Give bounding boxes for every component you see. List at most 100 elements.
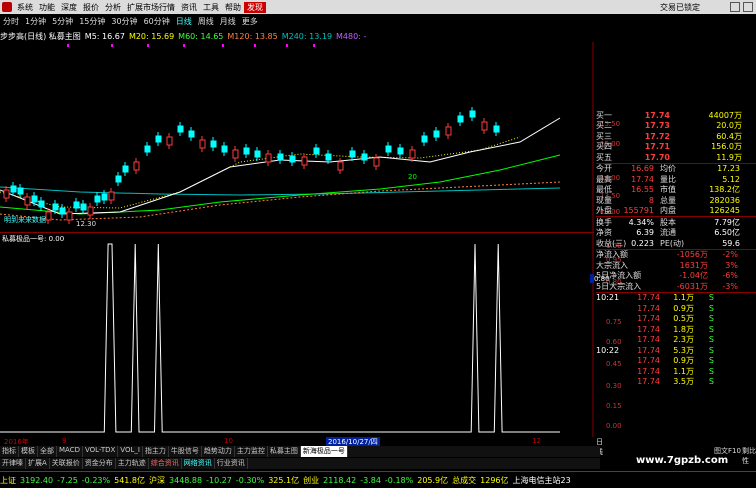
menu-item-quote[interactable]: 报价 <box>80 2 102 13</box>
tab-industry-news[interactable]: 行业资讯 <box>215 458 248 469</box>
server-name[interactable]: 上海电信主站23 <box>513 475 571 486</box>
candle <box>108 191 115 201</box>
total-deal-value: 1296亿 <box>480 475 509 485</box>
trade-lock-status[interactable]: 交易已锁定 <box>657 2 730 13</box>
sh-index-amount: 541.8亿 <box>114 475 146 485</box>
candle <box>17 187 24 195</box>
stat-label: 市值 <box>660 185 676 195</box>
menu-item-system[interactable]: 系统 <box>14 2 36 13</box>
stat-label: 现量 <box>596 195 612 205</box>
flow-label: 5日净流入额 <box>596 271 642 281</box>
ma240-value: M240: 13.19 <box>281 31 333 41</box>
close-icon[interactable] <box>743 2 753 12</box>
menu-item-analysis[interactable]: 分析 <box>102 2 124 13</box>
tab-open[interactable]: 开律嗪 <box>0 458 26 469</box>
stat-value: 5.12 <box>722 174 740 184</box>
bid-volume: 20.0万 <box>716 121 742 131</box>
menu-item-depth[interactable]: 深度 <box>58 2 80 13</box>
candle <box>177 125 184 133</box>
period-tab-1min[interactable]: 1分钟 <box>22 16 49 27</box>
period-tab-more[interactable]: 更多 <box>239 16 261 27</box>
menu-item-tools[interactable]: 工具 <box>200 2 222 13</box>
date-month-12: 12 <box>532 437 541 445</box>
candle <box>59 207 66 215</box>
tab-ext-a[interactable]: 扩展A <box>26 458 50 469</box>
flow-percent: 3% <box>725 260 738 270</box>
bid-label: 买二 <box>596 121 612 131</box>
tick-price: 17.74 <box>637 377 660 387</box>
period-tab-5min[interactable]: 5分钟 <box>49 16 76 27</box>
candle <box>87 206 94 216</box>
tab-xinhai-jipin[interactable]: 新海极品一号 <box>300 446 348 457</box>
stat-label: 最低 <box>596 185 612 195</box>
bid-label: 买四 <box>596 142 612 152</box>
tab-related-quote[interactable]: 关联报价 <box>50 458 83 469</box>
ma120-value: M120: 13.85 <box>227 31 278 41</box>
tick-price: 17.74 <box>637 324 660 334</box>
candle <box>73 201 80 209</box>
stat-label: 流通 <box>660 228 676 238</box>
sh-index-label[interactable]: 上证 <box>0 475 16 486</box>
period-tab-15min[interactable]: 15分钟 <box>76 16 108 27</box>
candle <box>210 140 217 148</box>
candle <box>155 135 162 143</box>
tab-macd[interactable]: MACD <box>57 446 83 457</box>
menu-item-news[interactable]: 资讯 <box>178 2 200 13</box>
tab-all[interactable]: 全部 <box>38 446 57 457</box>
tab-indicator[interactable]: 指标 <box>0 446 19 457</box>
tab-fund-dist[interactable]: 资金分布 <box>83 458 116 469</box>
period-tab-daily[interactable]: 日线 <box>173 16 195 27</box>
flow-value: -1.04亿 <box>679 271 708 281</box>
tick-price: 17.74 <box>637 345 660 355</box>
tab-vol-i[interactable]: VOL_I <box>118 446 143 457</box>
sh-index-value: 3192.40 <box>20 475 54 485</box>
tab-web-news[interactable]: 网络资讯 <box>182 458 215 469</box>
cy-index-change: -3.84 <box>360 475 381 485</box>
stat-value: 0.223 <box>631 238 654 248</box>
tick-side: S <box>708 356 714 366</box>
candlestick-chart[interactable]: 明到来来数据 12.30 20 <box>0 42 594 232</box>
candle <box>265 153 272 163</box>
stat-label: 换手 <box>596 217 612 227</box>
tab-trend-power[interactable]: 趋势动力 <box>202 446 235 457</box>
candle <box>144 145 151 153</box>
candle <box>3 189 10 199</box>
stat-value: 138.2亿 <box>709 185 740 195</box>
tab-main-monitor[interactable]: 主力监控 <box>235 446 268 457</box>
cy-index-label[interactable]: 创业 <box>303 475 319 486</box>
menu-item-function[interactable]: 功能 <box>36 2 58 13</box>
tick-volume: 2.3万 <box>673 335 694 345</box>
period-tab-30min[interactable]: 30分钟 <box>108 16 140 27</box>
bid-price: 17.73 <box>644 121 670 131</box>
minimize-icon[interactable] <box>730 2 740 12</box>
candle <box>289 155 296 163</box>
period-tab-monthly[interactable]: 月线 <box>217 16 239 27</box>
candle <box>24 196 31 206</box>
tab-vol-tdx[interactable]: VOL-TDX <box>83 446 119 457</box>
tab-main-force[interactable]: 指主力 <box>143 446 169 457</box>
period-tab-weekly[interactable]: 周线 <box>195 16 217 27</box>
tab-general-news[interactable]: 综合资讯 <box>149 458 182 469</box>
candle <box>38 200 45 208</box>
candle <box>445 126 452 136</box>
stat-value: 17.23 <box>717 164 740 174</box>
tick-side: S <box>708 303 714 313</box>
period-tab-60min[interactable]: 60分钟 <box>141 16 173 27</box>
tab-template[interactable]: 模板 <box>19 446 38 457</box>
menu-item-discover[interactable]: 发现 <box>244 1 266 13</box>
cy-index-value: 2118.42 <box>323 475 357 485</box>
tab-bull-signal[interactable]: 牛股信号 <box>169 446 202 457</box>
period-tab-intraday[interactable]: 分时 <box>0 16 22 27</box>
candle <box>188 130 195 138</box>
indicator-chart[interactable] <box>0 232 594 437</box>
candle <box>493 125 500 133</box>
menu-item-help[interactable]: 帮助 <box>222 2 244 13</box>
menu-item-ext-market[interactable]: 扩展市场行情 <box>124 2 178 13</box>
candle <box>361 153 368 161</box>
tick-price: 17.74 <box>637 303 660 313</box>
tab-private-main[interactable]: 私募主图 <box>268 446 301 457</box>
candle <box>397 147 404 155</box>
hs-index-label[interactable]: 沪深 <box>149 475 165 486</box>
tick-price: 17.74 <box>637 335 660 345</box>
tab-main-track[interactable]: 主力轨迹 <box>116 458 149 469</box>
